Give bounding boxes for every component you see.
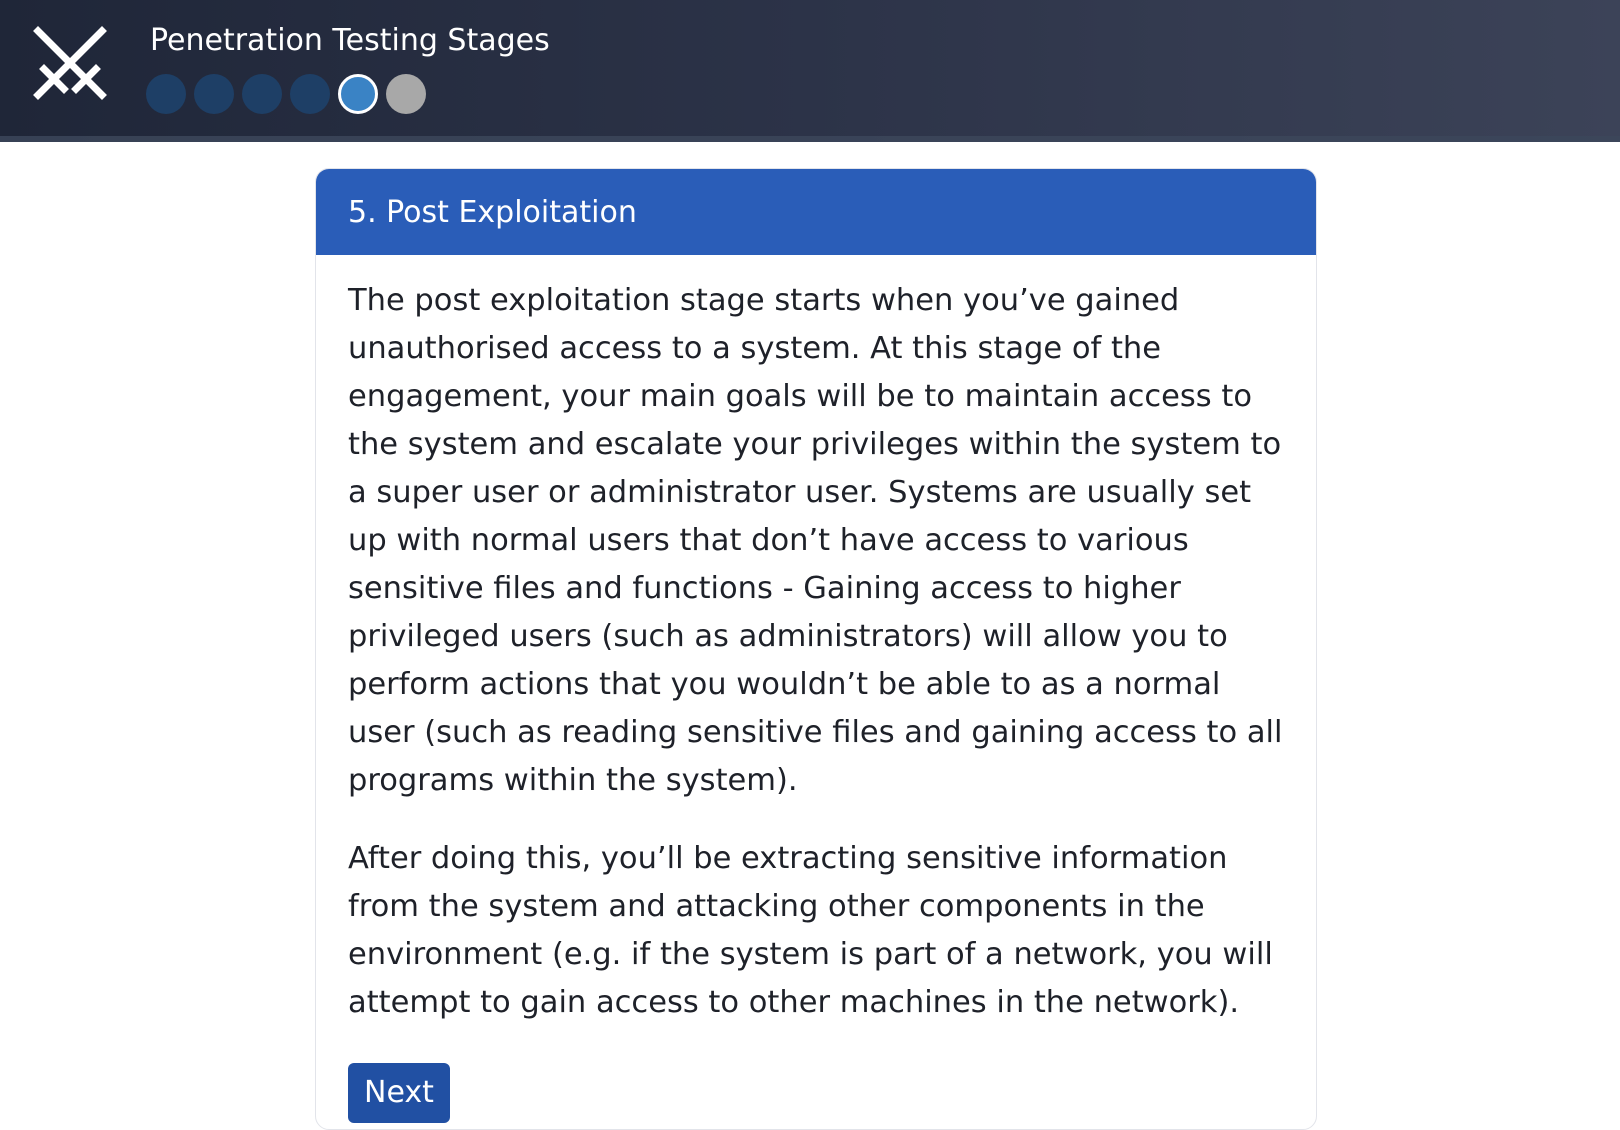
card-header: 5. Post Exploitation: [316, 169, 1316, 255]
paragraph: After doing this, you’ll be extracting s…: [348, 841, 1273, 1020]
stage-progress-dots: [146, 74, 426, 116]
crossed-swords-icon: [30, 25, 110, 105]
app-title: Penetration Testing Stages: [150, 23, 550, 58]
header-divider: [0, 136, 1620, 142]
stage-dot-6[interactable]: [386, 74, 426, 114]
stage-dot-5[interactable]: [338, 74, 378, 114]
stage-dot-4[interactable]: [290, 74, 330, 114]
top-header: Penetration Testing Stages: [0, 0, 1620, 142]
stage-dot-2[interactable]: [194, 74, 234, 114]
paragraph: The post exploitation stage starts when …: [348, 283, 1283, 798]
stage-card: 5. Post Exploitation The post exploitati…: [315, 168, 1317, 1130]
stage-dot-3[interactable]: [242, 74, 282, 114]
next-button[interactable]: Next: [348, 1063, 450, 1123]
card-title: 5. Post Exploitation: [348, 194, 637, 230]
card-body: The post exploitation stage starts when …: [316, 255, 1316, 1123]
stage-dot-1[interactable]: [146, 74, 186, 114]
